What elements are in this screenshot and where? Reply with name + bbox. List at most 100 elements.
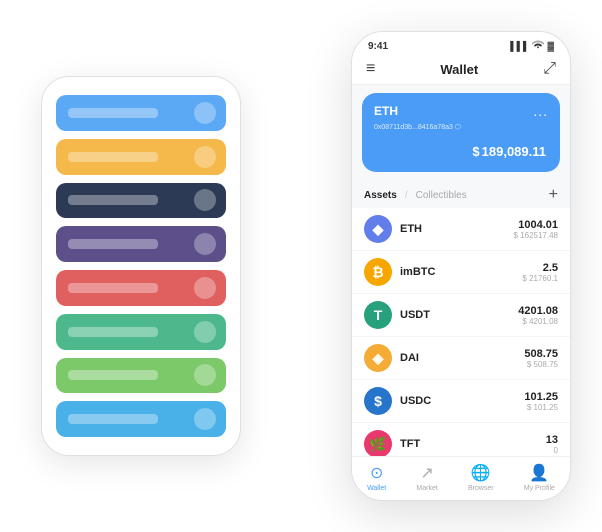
card-icon <box>194 364 216 386</box>
asset-item[interactable]: $ USDC 101.25 $ 101.25 <box>352 380 570 423</box>
asset-item[interactable]: 🌿 TFT 13 0 <box>352 423 570 456</box>
eth-balance-amount: 189,089.11 <box>482 144 546 159</box>
asset-amounts: 101.25 $ 101.25 <box>524 391 558 412</box>
card-row[interactable] <box>56 139 226 175</box>
bottom-nav-icon: ⊙ <box>370 463 383 483</box>
asset-name: imBTC <box>400 266 522 278</box>
eth-address: 0x08711d3b...8416a78a3 ⬡ <box>374 123 548 131</box>
asset-list: ◆ ETH 1004.01 $ 162517.48 ₿ imBTC 2.5 $ … <box>352 208 570 456</box>
asset-amount: 1004.01 <box>514 219 559 231</box>
bottom-nav-browser[interactable]: 🌐 Browser <box>468 463 494 492</box>
card-label <box>68 108 158 118</box>
bottom-nav: ⊙ Wallet ↗ Market 🌐 Browser 👤 My Profile <box>352 456 570 500</box>
card-row[interactable] <box>56 226 226 262</box>
add-asset-button[interactable]: + <box>549 186 558 204</box>
status-icons: ▌▌▌ ▓ <box>510 40 554 52</box>
card-label <box>68 327 158 337</box>
battery-icon: ▓ <box>547 41 554 51</box>
asset-amount: 2.5 <box>522 262 558 274</box>
nav-bar: ≡ Wallet ⤢ <box>352 56 570 85</box>
phone-back <box>41 76 241 456</box>
asset-name: ETH <box>400 223 514 235</box>
asset-name: DAI <box>400 352 524 364</box>
bottom-nav-label: Wallet <box>367 485 386 492</box>
wifi-icon <box>532 40 544 52</box>
card-icon <box>194 408 216 430</box>
asset-name: TFT <box>400 438 546 450</box>
card-row[interactable] <box>56 183 226 219</box>
asset-logo: ₿ <box>364 258 392 286</box>
card-icon <box>194 102 216 124</box>
phone-front: 9:41 ▌▌▌ ▓ ≡ Wallet ⤢ ETH <box>351 31 571 501</box>
bottom-nav-icon: 🌐 <box>471 463 491 483</box>
card-row[interactable] <box>56 401 226 437</box>
card-row[interactable] <box>56 95 226 131</box>
eth-card-more[interactable]: ... <box>533 103 548 119</box>
card-label <box>68 414 158 424</box>
asset-item[interactable]: ◈ DAI 508.75 $ 508.75 <box>352 337 570 380</box>
expand-icon[interactable]: ⤢ <box>543 60 556 78</box>
tab-assets[interactable]: Assets <box>364 190 397 201</box>
asset-item[interactable]: ◆ ETH 1004.01 $ 162517.48 <box>352 208 570 251</box>
assets-header: Assets / Collectibles + <box>352 180 570 208</box>
card-icon <box>194 233 216 255</box>
asset-usd: $ 508.75 <box>524 360 558 369</box>
bottom-nav-label: My Profile <box>524 485 555 492</box>
time: 9:41 <box>368 41 388 52</box>
bottom-nav-wallet[interactable]: ⊙ Wallet <box>367 463 386 492</box>
card-icon <box>194 277 216 299</box>
asset-amounts: 13 0 <box>546 434 558 455</box>
card-row[interactable] <box>56 270 226 306</box>
card-label <box>68 370 158 380</box>
bottom-nav-my-profile[interactable]: 👤 My Profile <box>524 463 555 492</box>
asset-logo: 🌿 <box>364 430 392 456</box>
asset-name: USDC <box>400 395 524 407</box>
tab-collectibles[interactable]: Collectibles <box>416 190 467 201</box>
signal-icon: ▌▌▌ <box>510 41 529 51</box>
asset-usd: $ 162517.48 <box>514 231 559 240</box>
asset-amounts: 1004.01 $ 162517.48 <box>514 219 559 240</box>
asset-item[interactable]: T USDT 4201.08 $ 4201.08 <box>352 294 570 337</box>
asset-usd: $ 21760.1 <box>522 274 558 283</box>
bottom-nav-label: Market <box>416 485 437 492</box>
eth-card-label: ETH <box>374 104 398 118</box>
scene: 9:41 ▌▌▌ ▓ ≡ Wallet ⤢ ETH <box>21 16 581 516</box>
card-label <box>68 152 158 162</box>
asset-name: USDT <box>400 309 518 321</box>
asset-logo: T <box>364 301 392 329</box>
asset-usd: $ 4201.08 <box>518 317 558 326</box>
card-label <box>68 195 158 205</box>
assets-tabs: Assets / Collectibles <box>364 190 467 201</box>
status-bar: 9:41 ▌▌▌ ▓ <box>352 32 570 56</box>
card-row[interactable] <box>56 314 226 350</box>
tab-separator: / <box>405 190 408 201</box>
eth-card: ETH ... 0x08711d3b...8416a78a3 ⬡ $189,08… <box>362 93 560 172</box>
card-label <box>68 283 158 293</box>
asset-logo: ◈ <box>364 344 392 372</box>
card-icon <box>194 146 216 168</box>
bottom-nav-icon: 👤 <box>529 463 549 483</box>
bottom-nav-market[interactable]: ↗ Market <box>416 463 437 492</box>
asset-usd: 0 <box>546 446 558 455</box>
asset-amount: 508.75 <box>524 348 558 360</box>
asset-logo: $ <box>364 387 392 415</box>
card-icon <box>194 321 216 343</box>
eth-balance: $189,089.11 <box>374 139 548 162</box>
asset-amounts: 2.5 $ 21760.1 <box>522 262 558 283</box>
asset-usd: $ 101.25 <box>524 403 558 412</box>
eth-balance-symbol: $ <box>472 144 479 159</box>
asset-amount: 101.25 <box>524 391 558 403</box>
asset-item[interactable]: ₿ imBTC 2.5 $ 21760.1 <box>352 251 570 294</box>
card-label <box>68 239 158 249</box>
asset-amount: 4201.08 <box>518 305 558 317</box>
asset-amount: 13 <box>546 434 558 446</box>
asset-amounts: 4201.08 $ 4201.08 <box>518 305 558 326</box>
asset-amounts: 508.75 $ 508.75 <box>524 348 558 369</box>
asset-logo: ◆ <box>364 215 392 243</box>
bottom-nav-label: Browser <box>468 485 494 492</box>
eth-card-header: ETH ... <box>374 103 548 119</box>
bottom-nav-icon: ↗ <box>420 463 433 483</box>
menu-icon[interactable]: ≡ <box>366 60 375 78</box>
card-icon <box>194 189 216 211</box>
card-row[interactable] <box>56 358 226 394</box>
